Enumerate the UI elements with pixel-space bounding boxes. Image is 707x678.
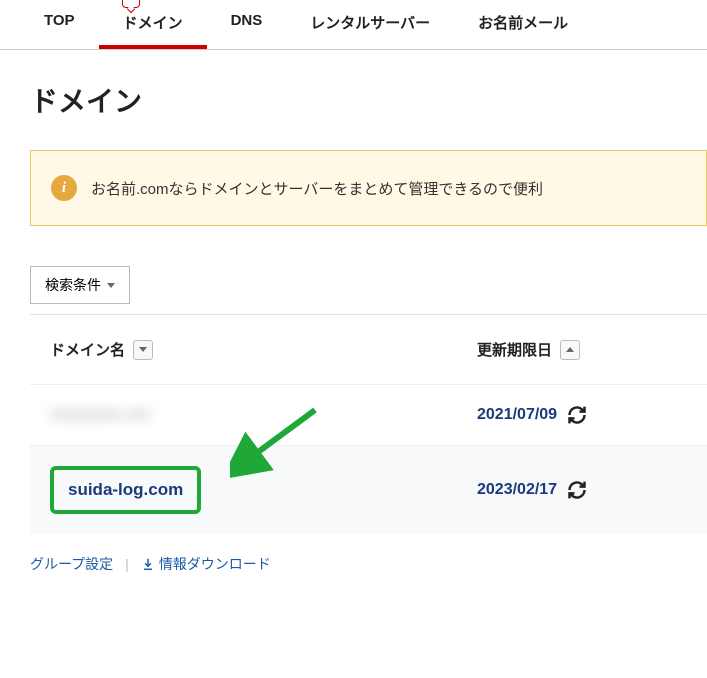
expiry-date: 2021/07/09 (477, 406, 557, 424)
column-header-expiry: 更新期限日 (477, 339, 687, 360)
column-header-expiry-label: 更新期限日 (477, 339, 552, 360)
column-header-domain: ドメイン名 (50, 339, 477, 360)
info-banner: i お名前.comならドメインとサーバーをまとめて管理できるので便利 (30, 150, 707, 226)
download-info-label: 情報ダウンロード (159, 554, 271, 574)
highlight-annotation: suida-log.com (50, 466, 201, 514)
table-row: suida-log.com 2023/02/17 (30, 445, 707, 534)
expiry-date: 2023/02/17 (477, 481, 557, 499)
sort-domain-button[interactable] (133, 340, 153, 360)
search-filter-button[interactable]: 検索条件 (30, 266, 130, 304)
domain-table: ドメイン名 更新期限日 xxxxxxxxx.xxx 2021/07/09 sui… (30, 314, 707, 534)
table-row: xxxxxxxxx.xxx 2021/07/09 (30, 384, 707, 445)
nav-top[interactable]: TOP (20, 0, 99, 49)
nav-dns[interactable]: DNS (207, 0, 287, 49)
info-banner-text: お名前.comならドメインとサーバーをまとめて管理できるので便利 (91, 178, 543, 199)
domain-link[interactable]: suida-log.com (68, 480, 183, 499)
sort-expiry-button[interactable] (560, 340, 580, 360)
domain-link[interactable]: xxxxxxxxx.xxx (50, 406, 150, 423)
nav-domain[interactable]: ドメイン (99, 0, 207, 49)
nav-rental-server[interactable]: レンタルサーバー (286, 0, 454, 49)
column-header-domain-label: ドメイン名 (50, 339, 125, 360)
footer-links: グループ設定 | 情報ダウンロード (30, 554, 677, 574)
caret-down-icon (139, 347, 147, 352)
reload-icon[interactable] (567, 405, 587, 425)
main-nav: TOP ドメイン DNS レンタルサーバー お名前メール (0, 0, 707, 50)
page-title: ドメイン (0, 50, 707, 140)
search-filter-label: 検索条件 (45, 275, 101, 295)
download-icon (141, 557, 155, 571)
table-header: ドメイン名 更新期限日 (30, 315, 707, 384)
expiry-cell: 2021/07/09 (477, 405, 687, 425)
separator: | (125, 556, 129, 572)
caret-down-icon (107, 283, 115, 288)
reload-icon[interactable] (567, 480, 587, 500)
caret-up-icon (566, 347, 574, 352)
domain-cell: suida-log.com (50, 466, 477, 514)
nav-mail[interactable]: お名前メール (454, 0, 592, 49)
info-icon: i (51, 175, 77, 201)
expiry-cell: 2023/02/17 (477, 480, 687, 500)
download-info-link[interactable]: 情報ダウンロード (141, 554, 271, 574)
group-settings-link[interactable]: グループ設定 (30, 554, 113, 574)
domain-cell: xxxxxxxxx.xxx (50, 406, 477, 424)
